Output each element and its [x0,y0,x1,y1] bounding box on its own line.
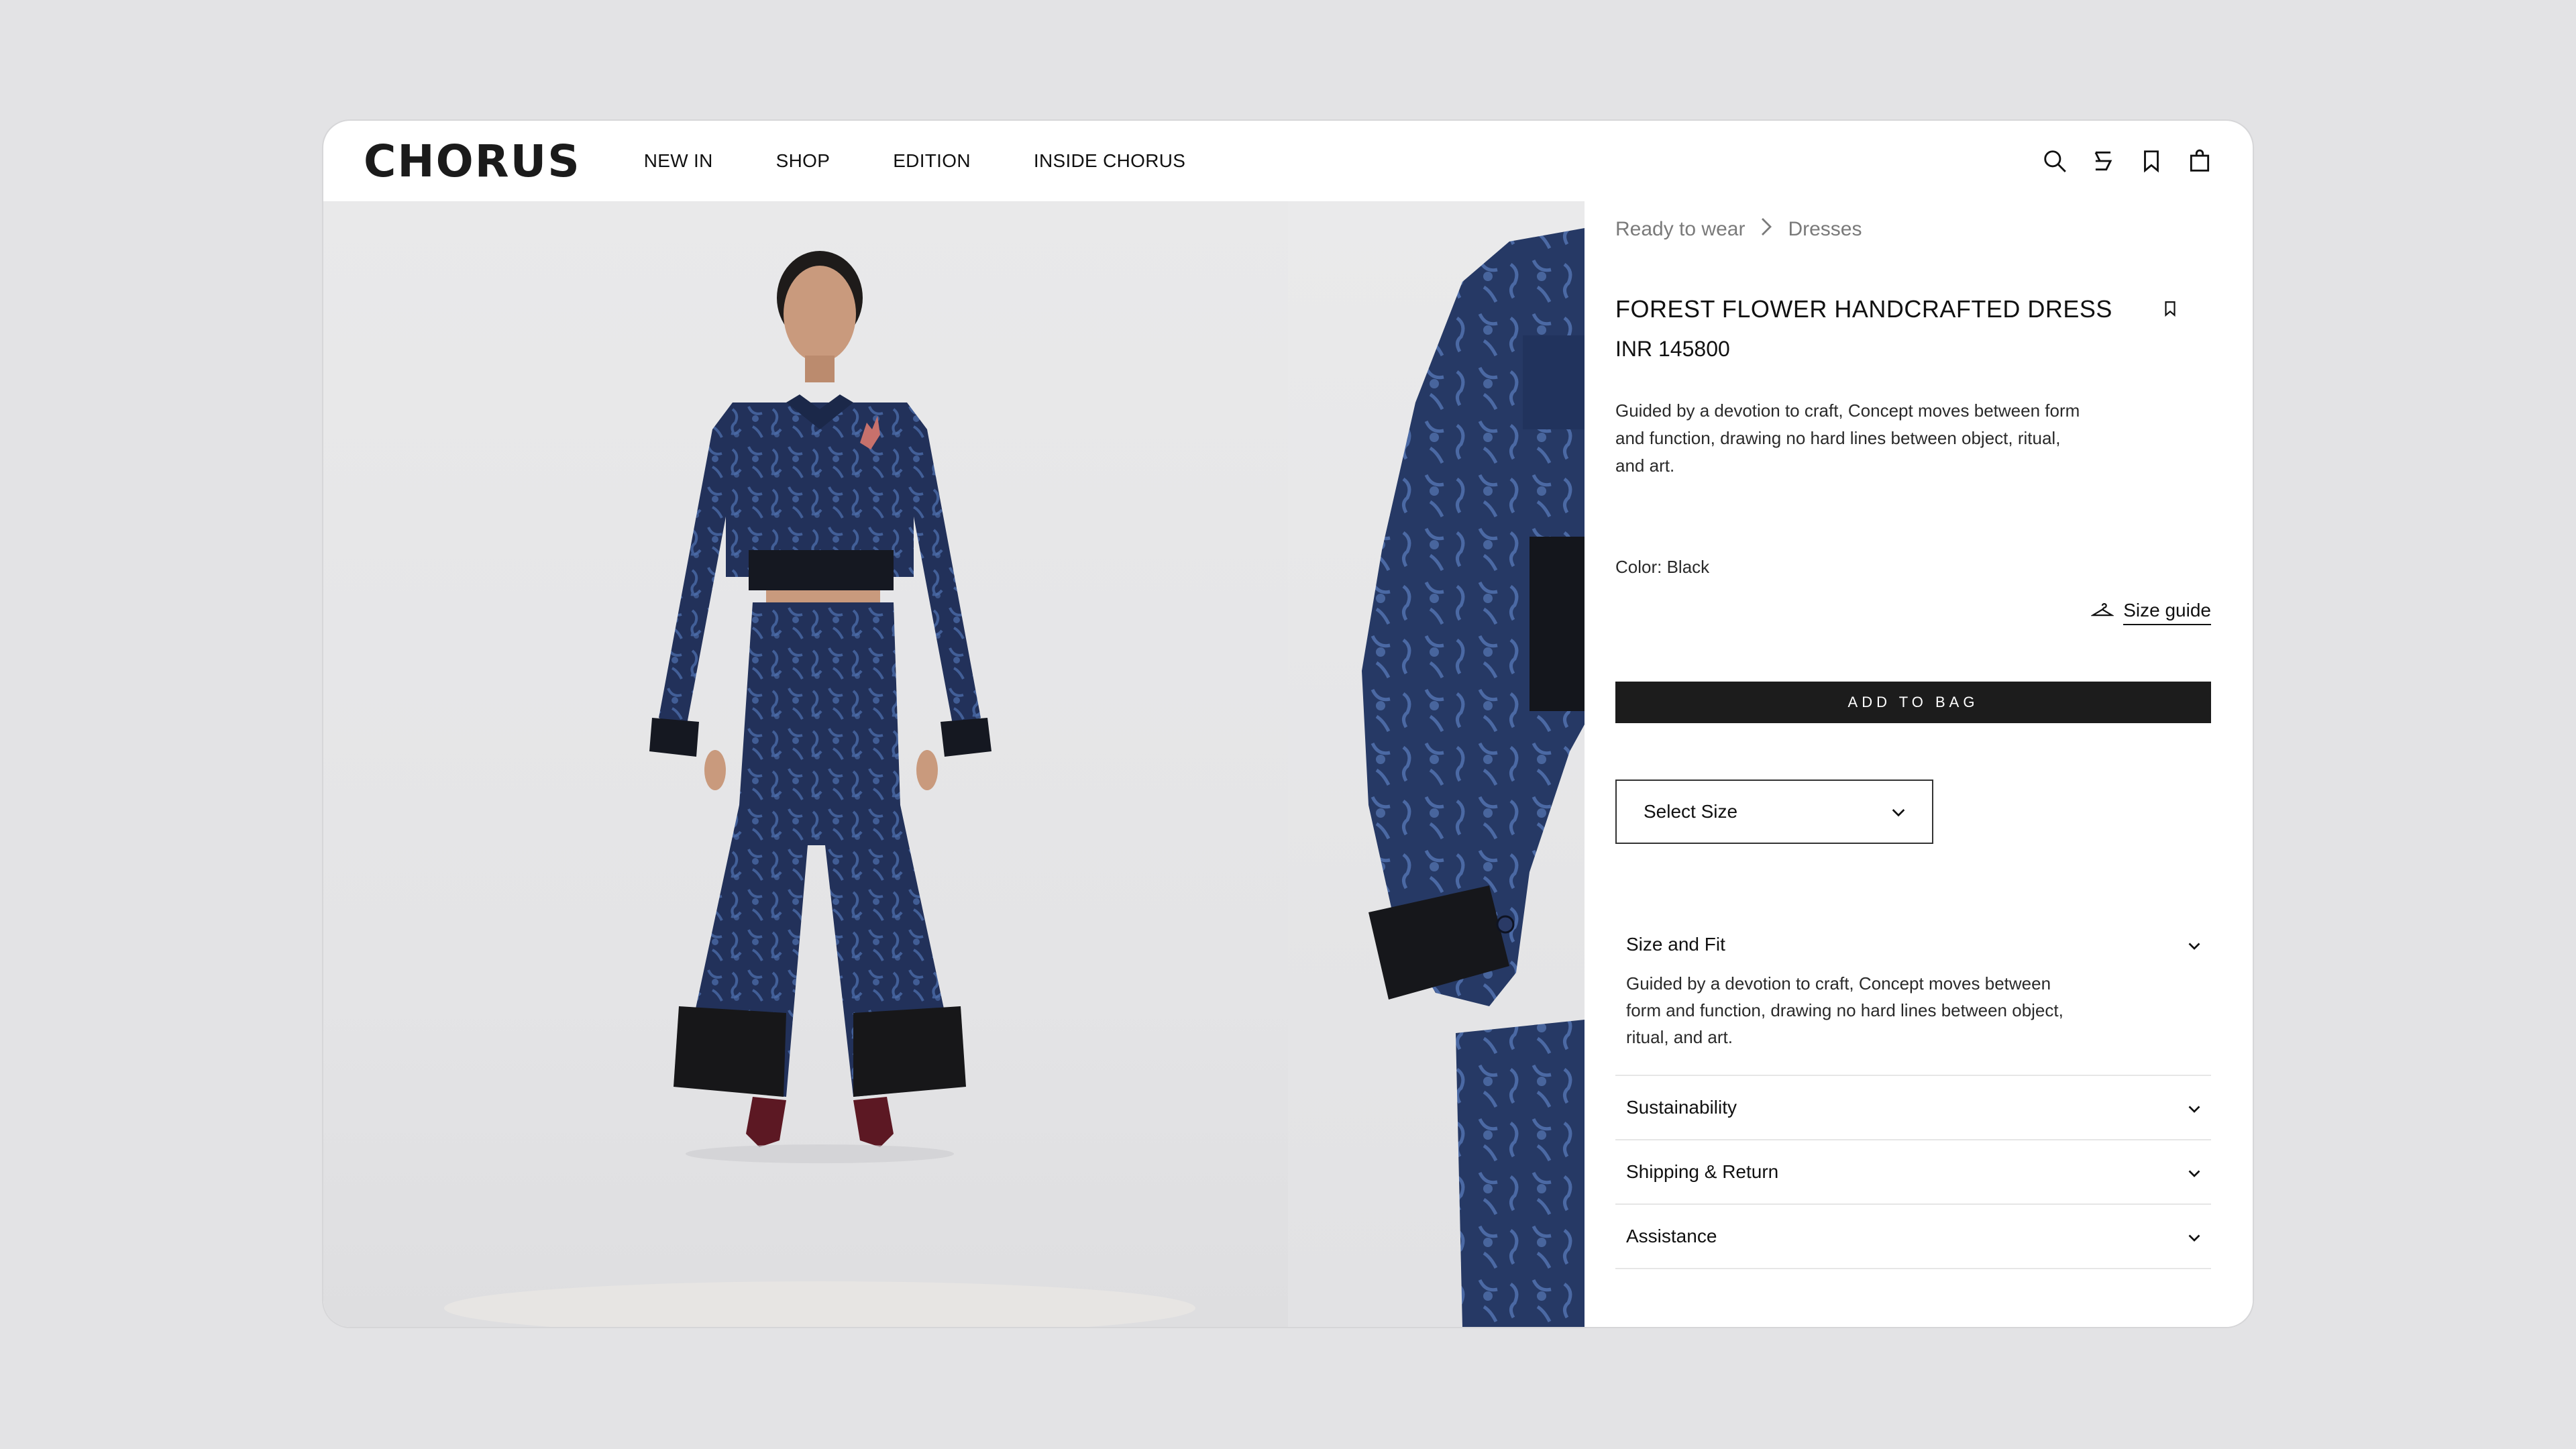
chevron-down-icon [2188,1161,2200,1183]
chevron-right-icon [1760,217,1773,241]
size-select[interactable]: Select Size [1615,780,1933,844]
nav-inside-chorus[interactable]: INSIDE CHORUS [1034,150,1185,172]
search-icon[interactable] [2042,148,2068,174]
bookmark-icon[interactable] [2161,298,2179,323]
breadcrumb-dresses[interactable]: Dresses [1788,218,1862,241]
hanger-icon[interactable] [2090,148,2116,174]
accordion-body-size-and-fit: Guided by a devotion to craft, Concept m… [1626,973,2063,1047]
accordion-shipping-return: Shipping & Return [1615,1140,2211,1205]
main-nav: NEW IN SHOP EDITION INSIDE CHORUS [644,150,1186,172]
chevron-down-icon [1892,801,1905,822]
breadcrumb: Ready to wear Dresses [1615,217,1862,241]
accordion-size-and-fit: Size and Fit Guided by a devotion to cra… [1615,919,2211,1076]
accordion-header-assistance[interactable]: Assistance [1615,1205,2211,1268]
product-image-full[interactable] [323,201,1288,1327]
nav-edition[interactable]: EDITION [893,150,971,172]
product-image-detail[interactable] [1288,201,1585,1327]
accordion-title: Assistance [1626,1226,1717,1246]
header-actions [2042,148,2212,174]
size-select-placeholder: Select Size [1644,801,1738,822]
product-accordion: Size and Fit Guided by a devotion to cra… [1615,919,2211,1269]
accordion-title: Size and Fit [1626,934,1725,955]
bag-icon[interactable] [2187,148,2212,174]
breadcrumb-ready-to-wear[interactable]: Ready to wear [1615,218,1745,241]
accordion-title: Sustainability [1626,1097,1737,1118]
nav-new-in[interactable]: NEW IN [644,150,713,172]
hanger-icon [2090,602,2115,624]
color-label: Color: Black [1615,557,1710,577]
brand-logo[interactable]: CHORUS [364,136,581,187]
browser-window: CHORUS NEW IN SHOP EDITION INSIDE CHORUS [323,121,2253,1327]
product-price: INR 145800 [1615,337,1730,361]
accordion-assistance: Assistance [1615,1205,2211,1269]
bookmark-icon[interactable] [2139,148,2164,174]
chevron-down-icon [2188,934,2200,955]
accordion-header-shipping-return[interactable]: Shipping & Return [1615,1140,2211,1203]
accordion-header-size-and-fit[interactable]: Size and Fit [1615,919,2211,970]
size-guide-link[interactable]: Size guide [2090,600,2211,625]
nav-shop[interactable]: SHOP [776,150,830,172]
size-guide-label: Size guide [2123,600,2211,625]
accordion-title: Shipping & Return [1626,1161,1779,1182]
site-header: CHORUS NEW IN SHOP EDITION INSIDE CHORUS [323,121,2253,201]
product-description: Guided by a devotion to craft, Concept m… [1615,400,2080,476]
add-to-bag-button[interactable]: ADD TO BAG [1615,682,2211,723]
accordion-sustainability: Sustainability [1615,1076,2211,1140]
chevron-down-icon [2188,1097,2200,1118]
product-details-panel: Ready to wear Dresses FOREST FLOWER HAND… [1585,201,2253,1327]
accordion-header-sustainability[interactable]: Sustainability [1615,1076,2211,1139]
chevron-down-icon [2188,1226,2200,1247]
product-title: FOREST FLOWER HANDCRAFTED DRESS [1615,295,2112,323]
